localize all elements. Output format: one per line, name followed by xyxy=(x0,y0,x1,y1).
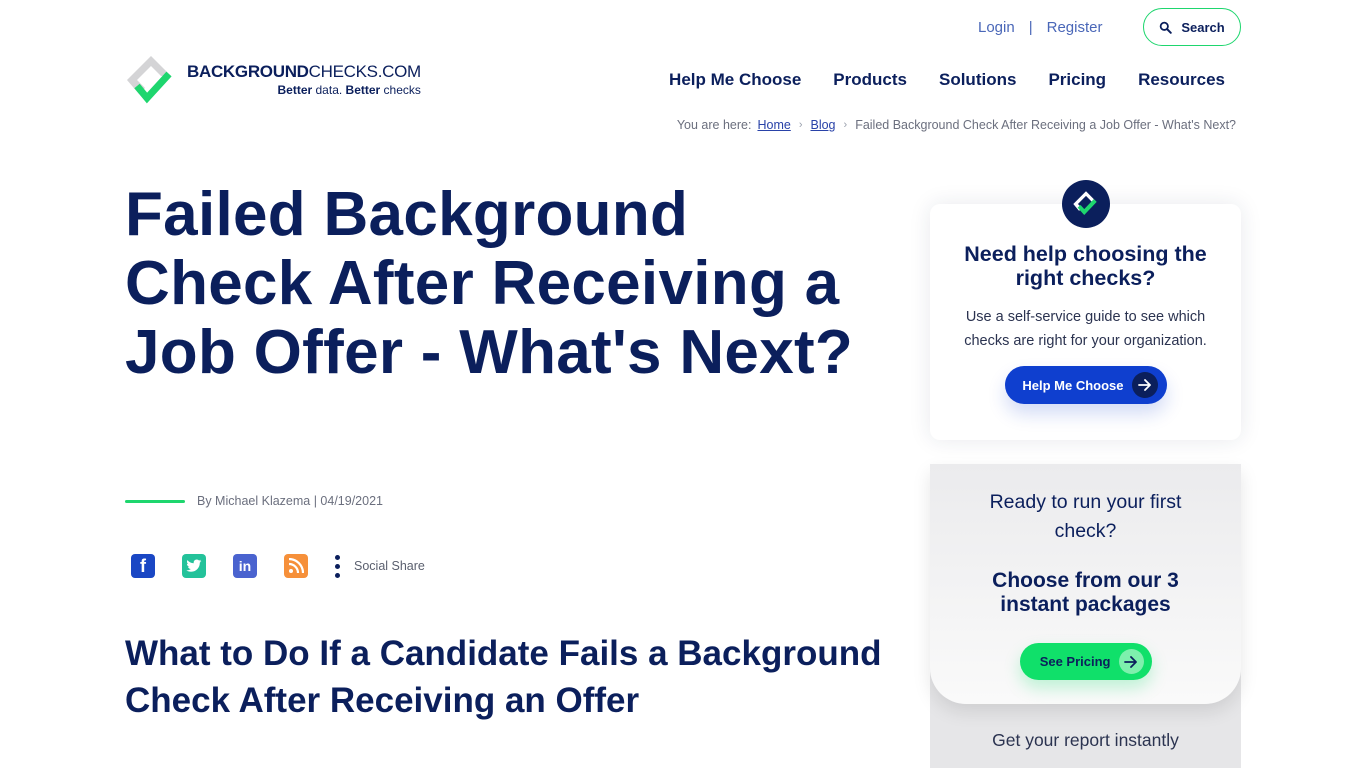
twitter-icon[interactable] xyxy=(182,554,206,578)
byline: By Michael Klazema | 04/19/2021 xyxy=(125,494,383,508)
breadcrumb-current: Failed Background Check After Receiving … xyxy=(855,118,1236,132)
search-icon xyxy=(1160,21,1173,34)
byline-accent-bar xyxy=(125,499,185,503)
nav-products[interactable]: Products xyxy=(833,70,907,90)
utility-separator: | xyxy=(1028,18,1033,36)
author-date: By Michael Klazema | 04/19/2021 xyxy=(197,494,383,508)
help-choosing-card: Need help choosing the right checks? Use… xyxy=(930,204,1241,440)
breadcrumb-blog[interactable]: Blog xyxy=(810,118,835,132)
rss-icon[interactable] xyxy=(284,554,308,578)
article-subheading: What to Do If a Candidate Fails a Backgr… xyxy=(125,634,882,720)
logo-name: BACKGROUNDCHECKS.COM xyxy=(187,62,421,81)
social-share-bar: f in Social Share xyxy=(131,554,425,578)
pricing-card-heading: Choose from our 3 instant packages xyxy=(992,569,1179,616)
logo-tagline: Better data. Better checks xyxy=(277,83,421,97)
utility-links: Login | Register xyxy=(978,8,1102,46)
breadcrumb-home[interactable]: Home xyxy=(757,118,790,132)
site-logo[interactable]: BACKGROUNDCHECKS.COM Better data. Better… xyxy=(125,54,421,106)
nav-pricing[interactable]: Pricing xyxy=(1048,70,1106,90)
search-button[interactable]: Search xyxy=(1143,8,1241,46)
more-options-icon[interactable] xyxy=(335,554,340,578)
help-me-choose-button[interactable]: Help Me Choose xyxy=(1004,366,1167,404)
breadcrumb-separator: › xyxy=(843,119,848,131)
arrow-right-icon xyxy=(1131,372,1158,398)
help-card-text: Use a self-service guide to see which ch… xyxy=(964,309,1207,349)
breadcrumb-prefix: You are here: xyxy=(676,118,752,132)
social-share-label[interactable]: Social Share xyxy=(354,559,425,573)
search-label: Search xyxy=(1181,19,1225,35)
logo-mark-icon xyxy=(127,56,172,104)
pricing-card-question: Ready to run your first check? xyxy=(989,491,1182,542)
see-pricing-button[interactable]: See Pricing xyxy=(1019,643,1152,680)
main-nav: Help Me Choose Products Solutions Pricin… xyxy=(669,70,1225,90)
facebook-icon[interactable]: f xyxy=(131,554,155,578)
pricing-card: Ready to run your first check? Choose fr… xyxy=(930,464,1241,704)
nav-resources[interactable]: Resources xyxy=(1138,70,1225,90)
register-link[interactable]: Register xyxy=(1047,19,1103,36)
login-link[interactable]: Login xyxy=(978,19,1015,36)
nav-solutions[interactable]: Solutions xyxy=(939,70,1016,90)
arrow-right-icon xyxy=(1118,649,1144,674)
help-badge-icon xyxy=(1062,180,1110,228)
instant-report-text: Get your report instantly xyxy=(992,730,1179,750)
page-title: Failed Background Check After Receiving … xyxy=(125,180,854,387)
help-card-heading: Need help choosing the right checks? xyxy=(964,242,1207,290)
help-me-choose-label: Help Me Choose xyxy=(1022,377,1124,393)
linkedin-icon[interactable]: in xyxy=(233,554,257,578)
breadcrumb-separator: › xyxy=(798,119,803,131)
see-pricing-label: See Pricing xyxy=(1039,654,1111,669)
breadcrumb: You are here: Home › Blog › Failed Backg… xyxy=(677,118,1236,132)
nav-help-me-choose[interactable]: Help Me Choose xyxy=(669,70,801,90)
